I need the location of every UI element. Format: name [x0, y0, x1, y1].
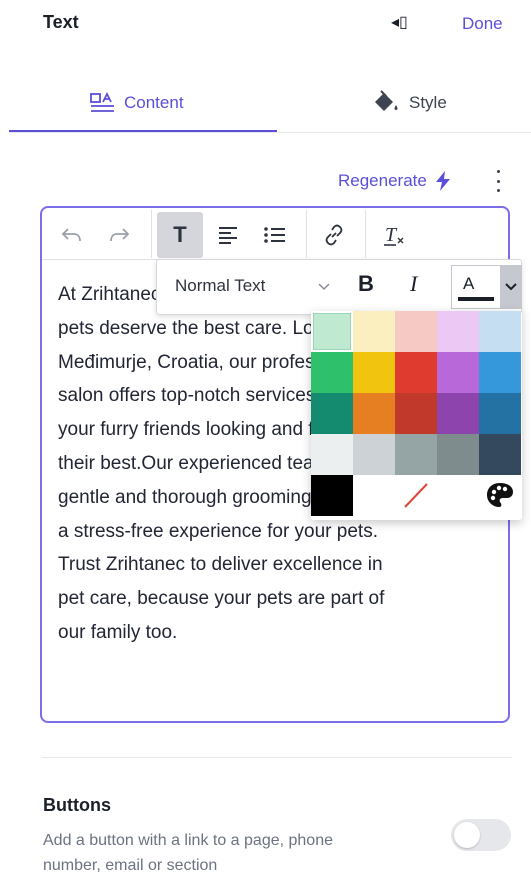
color-swatch[interactable]: [353, 434, 395, 475]
color-swatch[interactable]: [479, 393, 521, 434]
redo-icon[interactable]: [105, 212, 135, 258]
clear-format-icon[interactable]: T: [376, 212, 412, 258]
color-palette: [311, 311, 522, 520]
paint-bucket-icon: [375, 90, 398, 111]
text-color-dropdown[interactable]: [500, 265, 522, 309]
regenerate-button[interactable]: Regenerate: [338, 171, 451, 191]
color-swatch[interactable]: [395, 434, 437, 475]
text-color-indicator: [458, 297, 494, 301]
regenerate-label: Regenerate: [338, 171, 427, 190]
chevron-down-icon: [505, 283, 517, 291]
buttons-section-description: Add a button with a link to a page, phon…: [43, 832, 333, 874]
panel-title: Text: [43, 12, 79, 32]
tab-content-label: Content: [124, 93, 184, 112]
color-swatch[interactable]: [479, 434, 521, 475]
active-tab-indicator: [9, 130, 277, 132]
more-options-icon[interactable]: [492, 170, 504, 192]
toggle-knob: [454, 822, 480, 848]
align-left-icon[interactable]: [211, 212, 245, 258]
color-swatch[interactable]: [353, 393, 395, 434]
color-swatch[interactable]: [479, 352, 521, 393]
tab-content[interactable]: Content: [90, 86, 184, 120]
tabs-divider: [9, 132, 531, 133]
link-icon[interactable]: [316, 212, 352, 258]
custom-color-palette-icon[interactable]: [479, 475, 521, 516]
done-button[interactable]: Done: [462, 14, 503, 34]
text-color-button[interactable]: [451, 265, 501, 309]
text-style-button[interactable]: T: [157, 212, 203, 258]
toolbar-separator: [306, 210, 307, 258]
color-swatch[interactable]: [395, 352, 437, 393]
color-swatch[interactable]: [395, 393, 437, 434]
toolbar-separator: [151, 210, 152, 258]
tab-style-label: Style: [409, 93, 447, 112]
block-type-select[interactable]: Normal Text: [175, 276, 265, 296]
chevron-down-icon[interactable]: [317, 280, 331, 294]
lightning-icon: [435, 171, 450, 191]
color-swatch[interactable]: [437, 393, 479, 434]
bulleted-list-icon[interactable]: [258, 212, 292, 258]
color-swatch[interactable]: [311, 311, 353, 352]
color-swatch[interactable]: [353, 352, 395, 393]
color-swatch[interactable]: [311, 352, 353, 393]
color-swatch[interactable]: [437, 434, 479, 475]
color-swatch[interactable]: [437, 311, 479, 352]
color-swatch[interactable]: [311, 434, 353, 475]
color-swatch[interactable]: [479, 311, 521, 352]
bold-button[interactable]: B: [358, 271, 374, 297]
buttons-toggle[interactable]: [451, 819, 511, 851]
undo-icon[interactable]: [56, 212, 86, 258]
color-swatch[interactable]: [395, 311, 437, 352]
italic-button[interactable]: I: [410, 271, 417, 297]
color-swatch-black[interactable]: [311, 475, 353, 516]
collapse-panel-icon[interactable]: ◂▯: [391, 12, 408, 32]
color-swatch[interactable]: [437, 352, 479, 393]
buttons-section-title: Buttons: [43, 795, 111, 815]
toolbar-separator: [365, 210, 366, 258]
no-color-slash-icon[interactable]: [395, 475, 437, 516]
section-divider: [42, 757, 512, 758]
tab-style[interactable]: Style: [371, 86, 447, 120]
text-layout-icon: [90, 92, 114, 112]
svg-text:T: T: [385, 224, 398, 246]
color-swatch[interactable]: [311, 393, 353, 434]
text-color-label: A: [463, 274, 475, 293]
color-swatch[interactable]: [353, 311, 395, 352]
